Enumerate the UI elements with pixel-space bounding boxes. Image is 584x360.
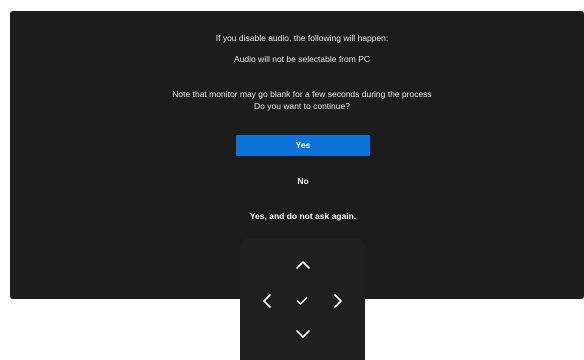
yes-do-not-ask-again-button[interactable]: Yes, and do not ask again. [200, 206, 406, 226]
dialog-message-line-1: If you disable audio, the following will… [215, 33, 389, 43]
dialog-message-line-4: Do you want to continue? [254, 101, 350, 111]
yes-button[interactable]: Yes [236, 135, 370, 156]
no-button[interactable]: No [236, 171, 370, 192]
dialog-message-line-2: Audio will not be selectable from PC [233, 54, 371, 64]
joystick-navigation-pad [240, 238, 365, 360]
chevron-down-icon[interactable] [295, 329, 311, 339]
checkmark-icon[interactable] [296, 296, 308, 306]
chevron-right-icon[interactable] [333, 293, 343, 309]
chevron-left-icon[interactable] [262, 293, 272, 309]
chevron-up-icon[interactable] [295, 260, 311, 270]
dialog-message-line-3: Note that monitor may go blank for a few… [172, 89, 432, 99]
